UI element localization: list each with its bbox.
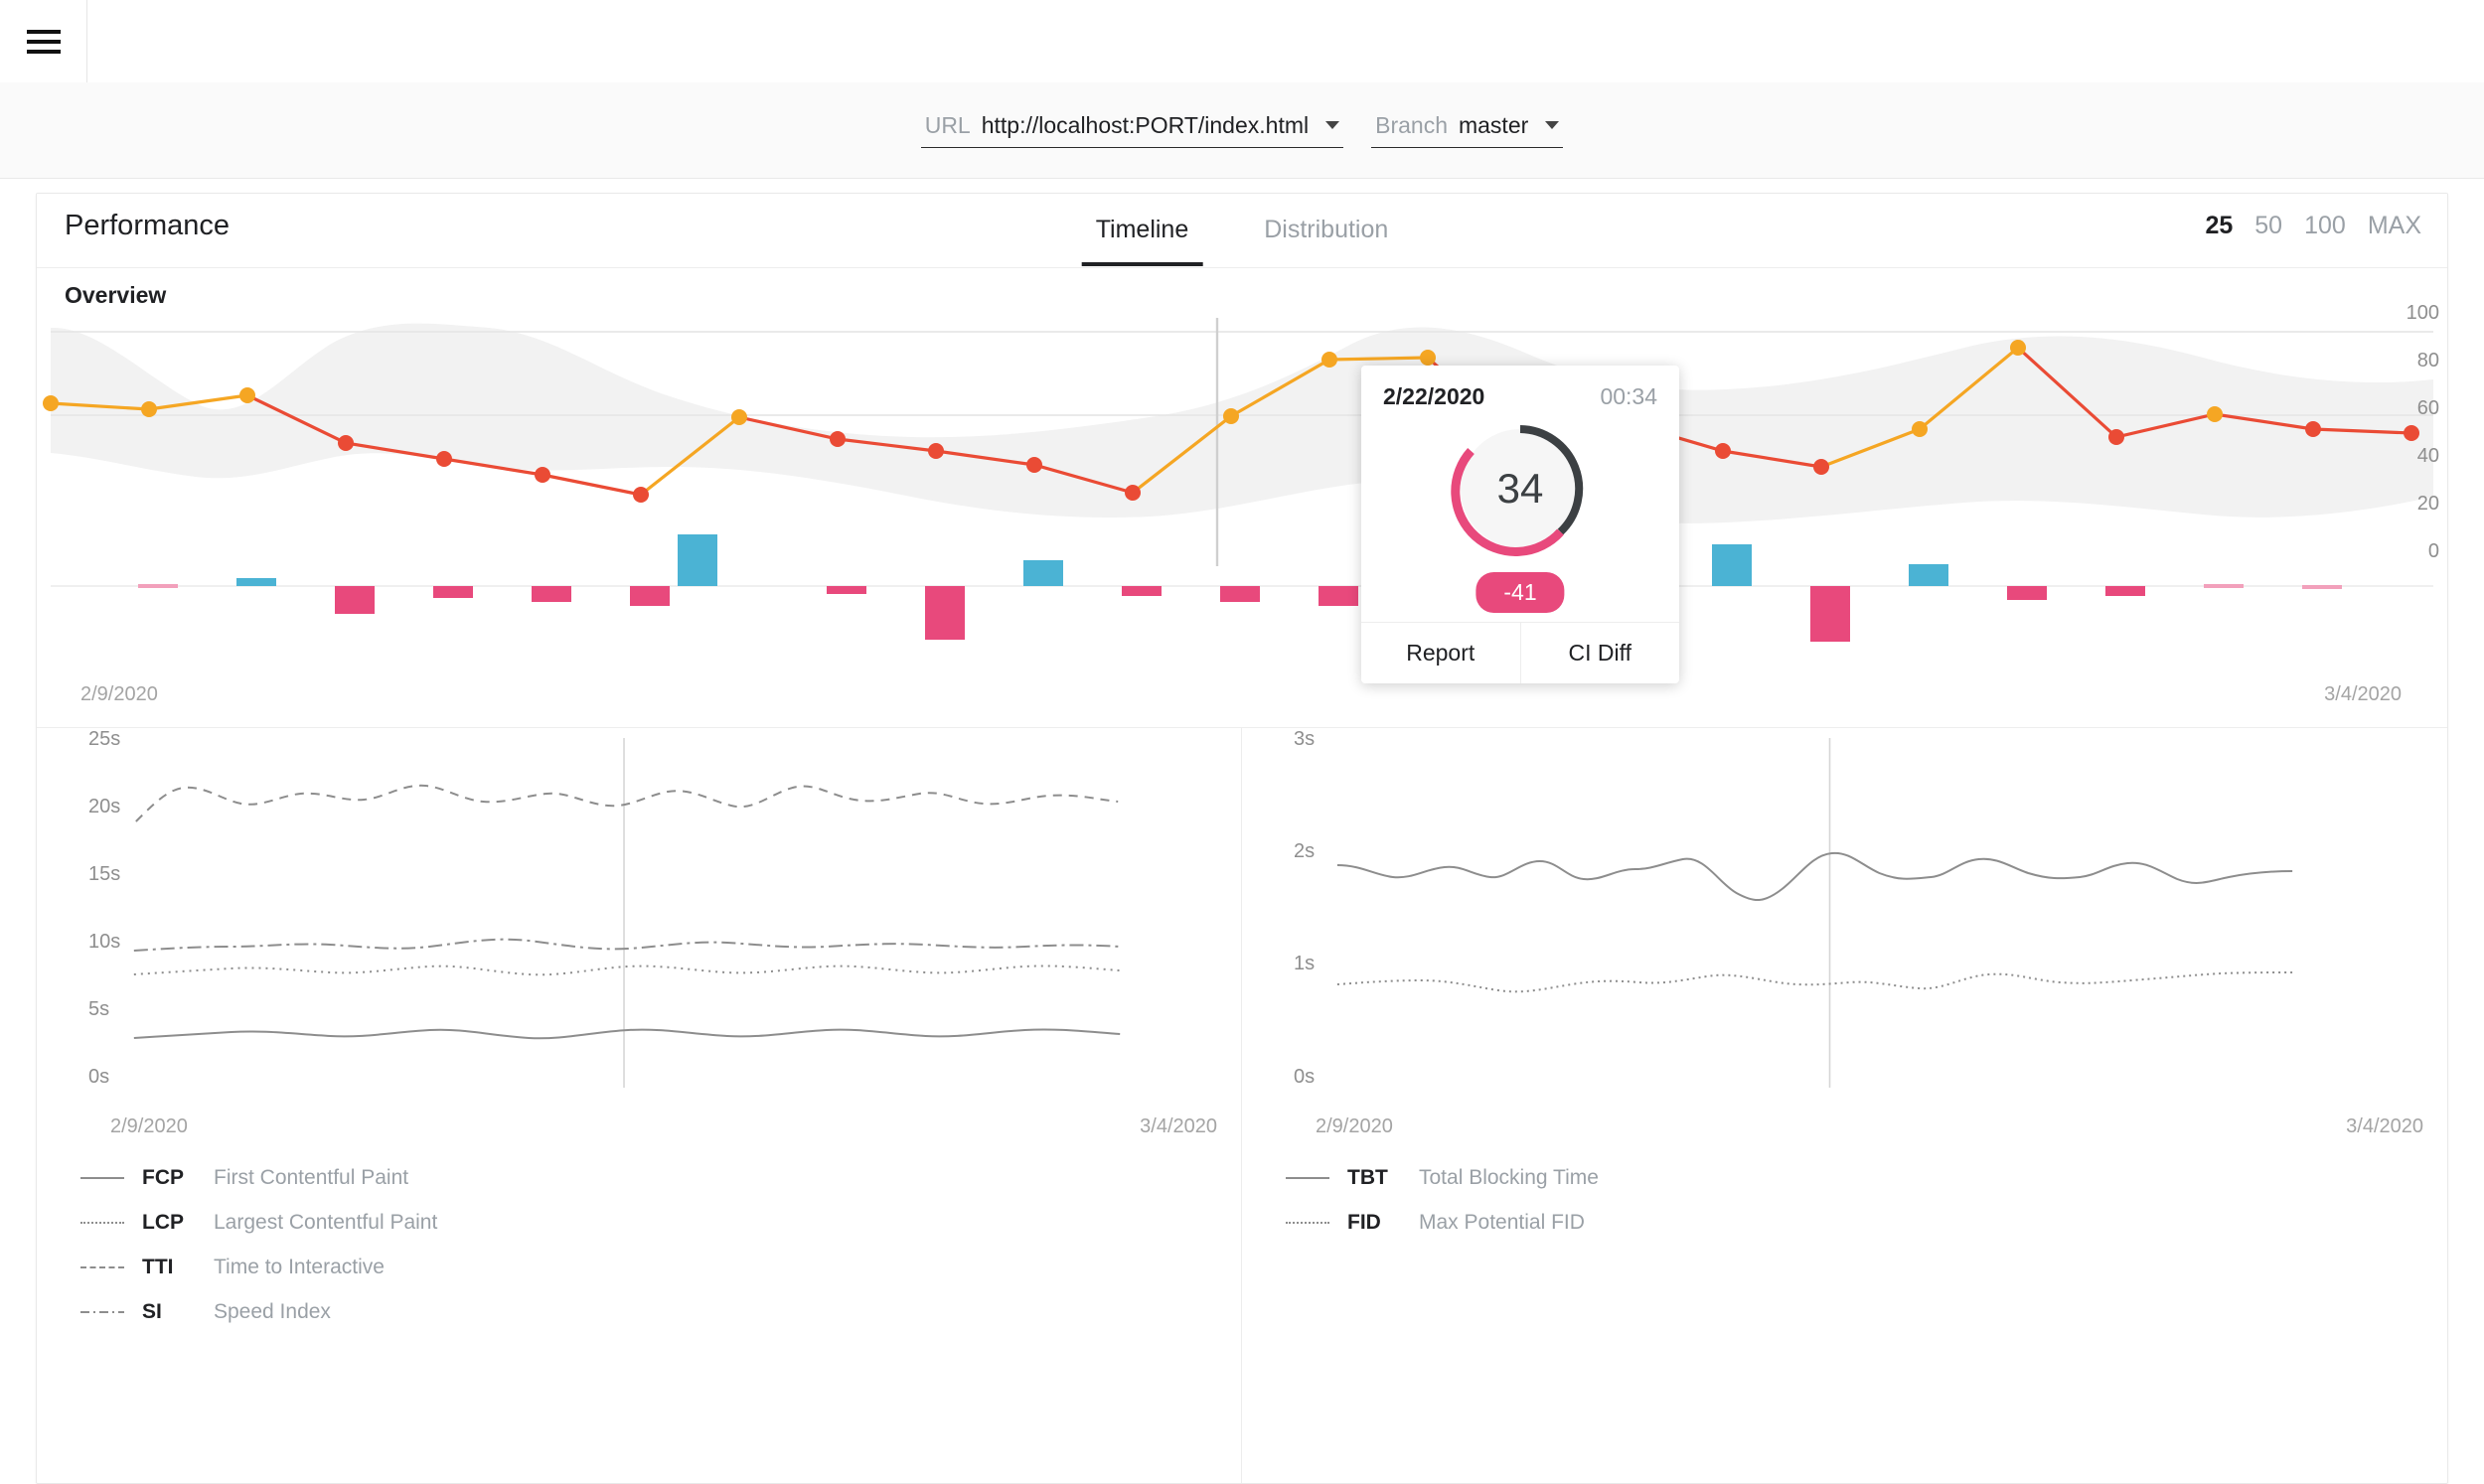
- chevron-down-icon: [1325, 121, 1340, 129]
- tab-distribution[interactable]: Distribution: [1250, 212, 1402, 266]
- overview-y-axis: 100 80 60 40 20 0: [2360, 302, 2439, 586]
- tooltip-time: 00:34: [1600, 383, 1657, 409]
- card-header: Performance Timeline Distribution 25 50 …: [37, 194, 2447, 268]
- metrics-section: 25s 20s 15s 10s 5s 0s 2/9/2020 3/4/2020 …: [37, 728, 2447, 1483]
- url-value: http://localhost:PORT/index.html: [981, 112, 1310, 138]
- overview-date-axis: 2/9/2020 3/4/2020: [37, 683, 2447, 713]
- series-lcp: [133, 965, 1121, 976]
- interactivity-metrics-chart[interactable]: [1242, 738, 2447, 1096]
- left-date-end: 3/4/2020: [1140, 1115, 1217, 1137]
- overview-band: [51, 323, 2433, 523]
- menu-button-cell: [0, 0, 87, 82]
- overview-date-end: 3/4/2020: [2324, 683, 2402, 705]
- page-title: Performance: [65, 210, 231, 241]
- legend-name-fid: Max Potential FID: [1419, 1210, 1585, 1234]
- tooltip-date: 2/22/2020: [1383, 383, 1485, 409]
- legend-item-fcp: FCP First Contentful Paint: [80, 1155, 437, 1200]
- overview-tick-0: 0: [2427, 540, 2439, 562]
- series-fid: [1336, 971, 2293, 993]
- range-selector: 25 50 100 MAX: [2205, 212, 2421, 240]
- left-date-start: 2/9/2020: [110, 1115, 188, 1137]
- overview-tick-40: 40: [2416, 445, 2439, 467]
- legend-item-tti: TTI Time to Interactive: [80, 1245, 437, 1289]
- ci-diff-button[interactable]: CI Diff: [1519, 623, 1680, 683]
- legend-name-lcp: Largest Contentful Paint: [214, 1210, 438, 1234]
- score-gauge: 34: [1447, 415, 1594, 562]
- performance-card: Performance Timeline Distribution 25 50 …: [36, 193, 2448, 1484]
- tab-timeline[interactable]: Timeline: [1081, 212, 1203, 266]
- score-delta-badge: -41: [1475, 572, 1565, 613]
- legend-abbr-tti: TTI: [142, 1255, 174, 1278]
- series-tbt: [1336, 851, 2293, 901]
- legend-name-fcp: First Contentful Paint: [214, 1165, 409, 1189]
- series-si: [133, 938, 1121, 952]
- loading-metrics-chart[interactable]: [37, 738, 1241, 1096]
- top-app-bar: [0, 0, 2484, 82]
- range-max[interactable]: MAX: [2368, 212, 2421, 240]
- left-chart-date-axis: 2/9/2020 3/4/2020: [37, 1115, 1241, 1143]
- report-button[interactable]: Report: [1361, 623, 1520, 683]
- interactivity-metrics-panel: 3s 2s 1s 0s 2/9/2020 3/4/2020 TBT Total …: [1242, 728, 2447, 1483]
- legend-item-si: SI Speed Index: [80, 1289, 437, 1334]
- overview-tick-80: 80: [2416, 350, 2439, 371]
- score-value: 34: [1496, 465, 1544, 512]
- url-label: URL: [924, 112, 971, 138]
- series-tti: [135, 784, 1119, 822]
- right-chart-date-axis: 2/9/2020 3/4/2020: [1242, 1115, 2447, 1143]
- legend-swatch-dotted: [80, 1221, 124, 1224]
- legend-name-tbt: Total Blocking Time: [1419, 1165, 1599, 1189]
- range-100[interactable]: 100: [2304, 212, 2346, 240]
- legend-item-fid: FID Max Potential FID: [1286, 1200, 1599, 1245]
- legend-abbr-tbt: TBT: [1347, 1165, 1388, 1189]
- branch-selector[interactable]: Branch master: [1371, 112, 1564, 148]
- legend-item-lcp: LCP Largest Contentful Paint: [80, 1200, 437, 1245]
- range-25[interactable]: 25: [2205, 212, 2233, 240]
- loading-metrics-panel: 25s 20s 15s 10s 5s 0s 2/9/2020 3/4/2020 …: [37, 728, 1242, 1483]
- overview-delta-bars: [138, 534, 2342, 642]
- legend-swatch-solid: [80, 1176, 124, 1179]
- legend-name-tti: Time to Interactive: [214, 1255, 385, 1278]
- url-selector[interactable]: URL http://localhost:PORT/index.html: [920, 112, 1344, 148]
- overview-section: Overview 100 80 60 40 20 0 2/9/2020 3/4/…: [37, 268, 2447, 728]
- left-chart-legend: FCP First Contentful Paint LCP Largest C…: [80, 1155, 437, 1334]
- legend-name-si: Speed Index: [214, 1299, 331, 1323]
- overview-date-start: 2/9/2020: [80, 683, 158, 705]
- legend-swatch-dashdot: [80, 1310, 124, 1313]
- legend-abbr-lcp: LCP: [142, 1210, 184, 1234]
- overview-chart[interactable]: [37, 318, 2447, 661]
- legend-abbr-fcp: FCP: [142, 1165, 184, 1189]
- overview-tick-100: 100: [2406, 302, 2439, 324]
- right-chart-legend: TBT Total Blocking Time FID Max Potentia…: [1286, 1155, 1599, 1245]
- range-50[interactable]: 50: [2254, 212, 2282, 240]
- chevron-down-icon: [1545, 121, 1560, 129]
- hamburger-icon[interactable]: [26, 29, 61, 54]
- branch-value: master: [1458, 112, 1529, 138]
- right-date-end: 3/4/2020: [2346, 1115, 2423, 1137]
- legend-swatch-dashed: [80, 1265, 124, 1268]
- overview-title: Overview: [65, 282, 167, 308]
- series-fcp: [133, 1028, 1121, 1040]
- overview-tick-20: 20: [2416, 493, 2439, 515]
- legend-abbr-si: SI: [142, 1299, 162, 1323]
- legend-abbr-fid: FID: [1347, 1210, 1381, 1234]
- tooltip-actions: Report CI Diff: [1361, 622, 1679, 683]
- overview-tick-60: 60: [2416, 397, 2439, 419]
- right-date-start: 2/9/2020: [1316, 1115, 1393, 1137]
- legend-swatch-dotted: [1286, 1221, 1329, 1224]
- legend-item-tbt: TBT Total Blocking Time: [1286, 1155, 1599, 1200]
- legend-swatch-solid: [1286, 1176, 1329, 1179]
- branch-label: Branch: [1375, 112, 1448, 138]
- run-detail-tooltip: 2/22/2020 00:34 34 -41 Report CI Diff: [1361, 366, 1679, 683]
- selector-bar: URL http://localhost:PORT/index.html Bra…: [0, 82, 2484, 179]
